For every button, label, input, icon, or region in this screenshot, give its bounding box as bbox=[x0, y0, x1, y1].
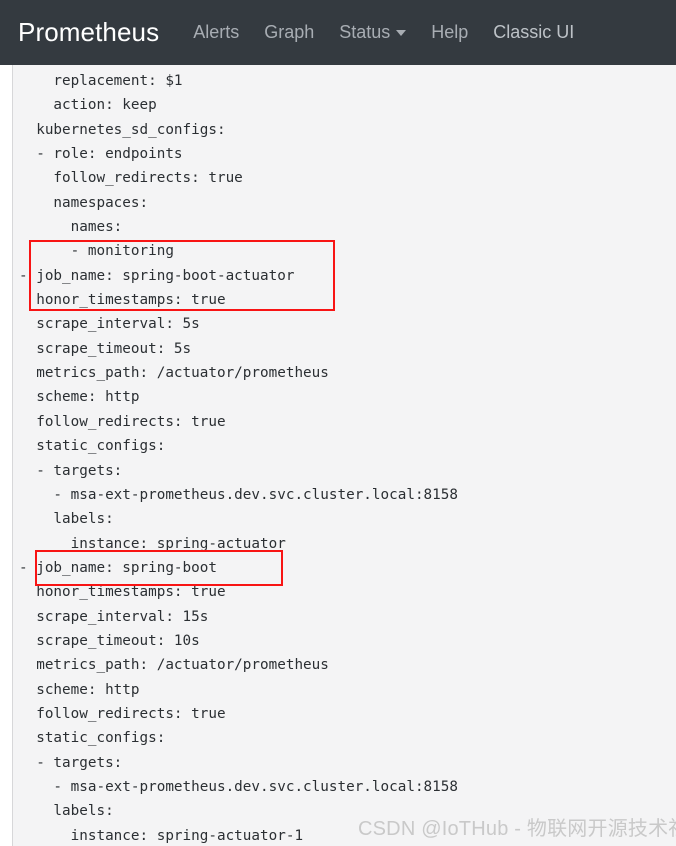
config-yaml-text: replacement: $1 action: keep kubernetes_… bbox=[19, 73, 458, 844]
chevron-down-icon bbox=[396, 29, 407, 36]
nav-link-graph-label: Graph bbox=[264, 22, 315, 42]
nav-link-alerts[interactable]: Alerts bbox=[193, 22, 239, 43]
brand-logo[interactable]: Prometheus bbox=[18, 17, 159, 48]
nav-link-status[interactable]: Status bbox=[339, 22, 407, 43]
nav-link-classic-ui[interactable]: Classic UI bbox=[493, 22, 574, 43]
nav-link-graph[interactable]: Graph bbox=[264, 22, 314, 43]
nav-link-help-label: Help bbox=[431, 22, 469, 42]
nav-link-help[interactable]: Help bbox=[431, 22, 468, 43]
top-navbar: Prometheus Alerts Graph Status Help Clas… bbox=[0, 0, 676, 65]
nav-link-classic-ui-label: Classic UI bbox=[493, 22, 575, 42]
nav-links: Alerts Graph Status Help Classic UI bbox=[193, 22, 574, 43]
prometheus-config-page: Prometheus Alerts Graph Status Help Clas… bbox=[0, 0, 676, 846]
csdn-watermark: CSDN @IoTHub - 物联网开源技术社区 bbox=[358, 818, 676, 840]
config-content-area: replacement: $1 action: keep kubernetes_… bbox=[0, 65, 676, 846]
nav-link-alerts-label: Alerts bbox=[193, 22, 240, 42]
nav-link-status-label: Status bbox=[339, 22, 391, 42]
config-code-pane: replacement: $1 action: keep kubernetes_… bbox=[12, 65, 676, 846]
